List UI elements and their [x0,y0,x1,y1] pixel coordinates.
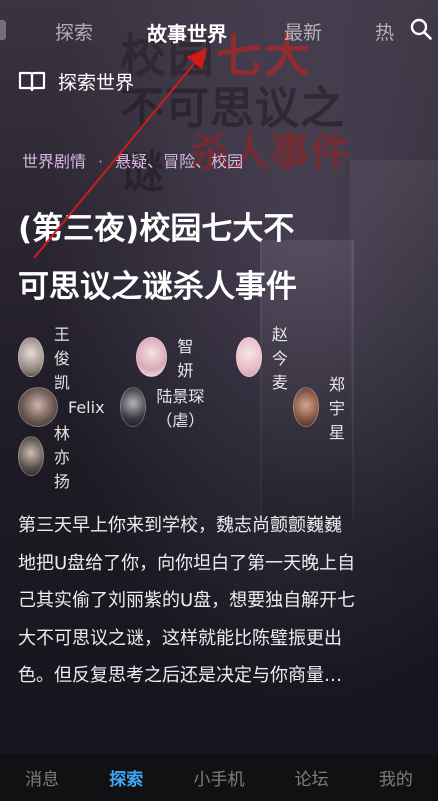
annotation-arrow-icon [33,47,208,259]
